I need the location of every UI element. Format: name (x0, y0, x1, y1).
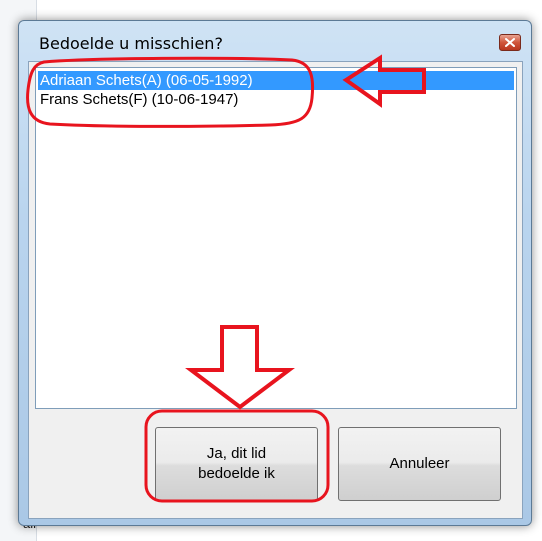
dialog-title: Bedoelde u misschien? (39, 34, 223, 53)
dialog-titlebar[interactable]: Bedoelde u misschien? (19, 21, 531, 61)
list-item[interactable]: Adriaan Schets(A) (06-05-1992) (38, 71, 514, 90)
dialog-client-area: Adriaan Schets(A) (06-05-1992) Frans Sch… (28, 61, 523, 519)
confirm-member-button[interactable]: Ja, dit lid bedoelde ik (155, 427, 318, 501)
cancel-button[interactable]: Annuleer (338, 427, 501, 501)
suggestion-dialog: Bedoelde u misschien? Adriaan Schets(A) … (18, 20, 532, 526)
screen: sl a m s te oo aa st o id ef ail Bedoeld… (0, 0, 542, 541)
member-suggestion-list[interactable]: Adriaan Schets(A) (06-05-1992) Frans Sch… (35, 67, 517, 409)
cancel-button-label: Annuleer (389, 455, 450, 472)
list-item[interactable]: Frans Schets(F) (10-06-1947) (38, 90, 238, 109)
confirm-member-button-label: Ja, dit lid bedoelde ik (198, 445, 275, 482)
close-icon (505, 38, 515, 47)
close-button[interactable] (499, 34, 521, 51)
